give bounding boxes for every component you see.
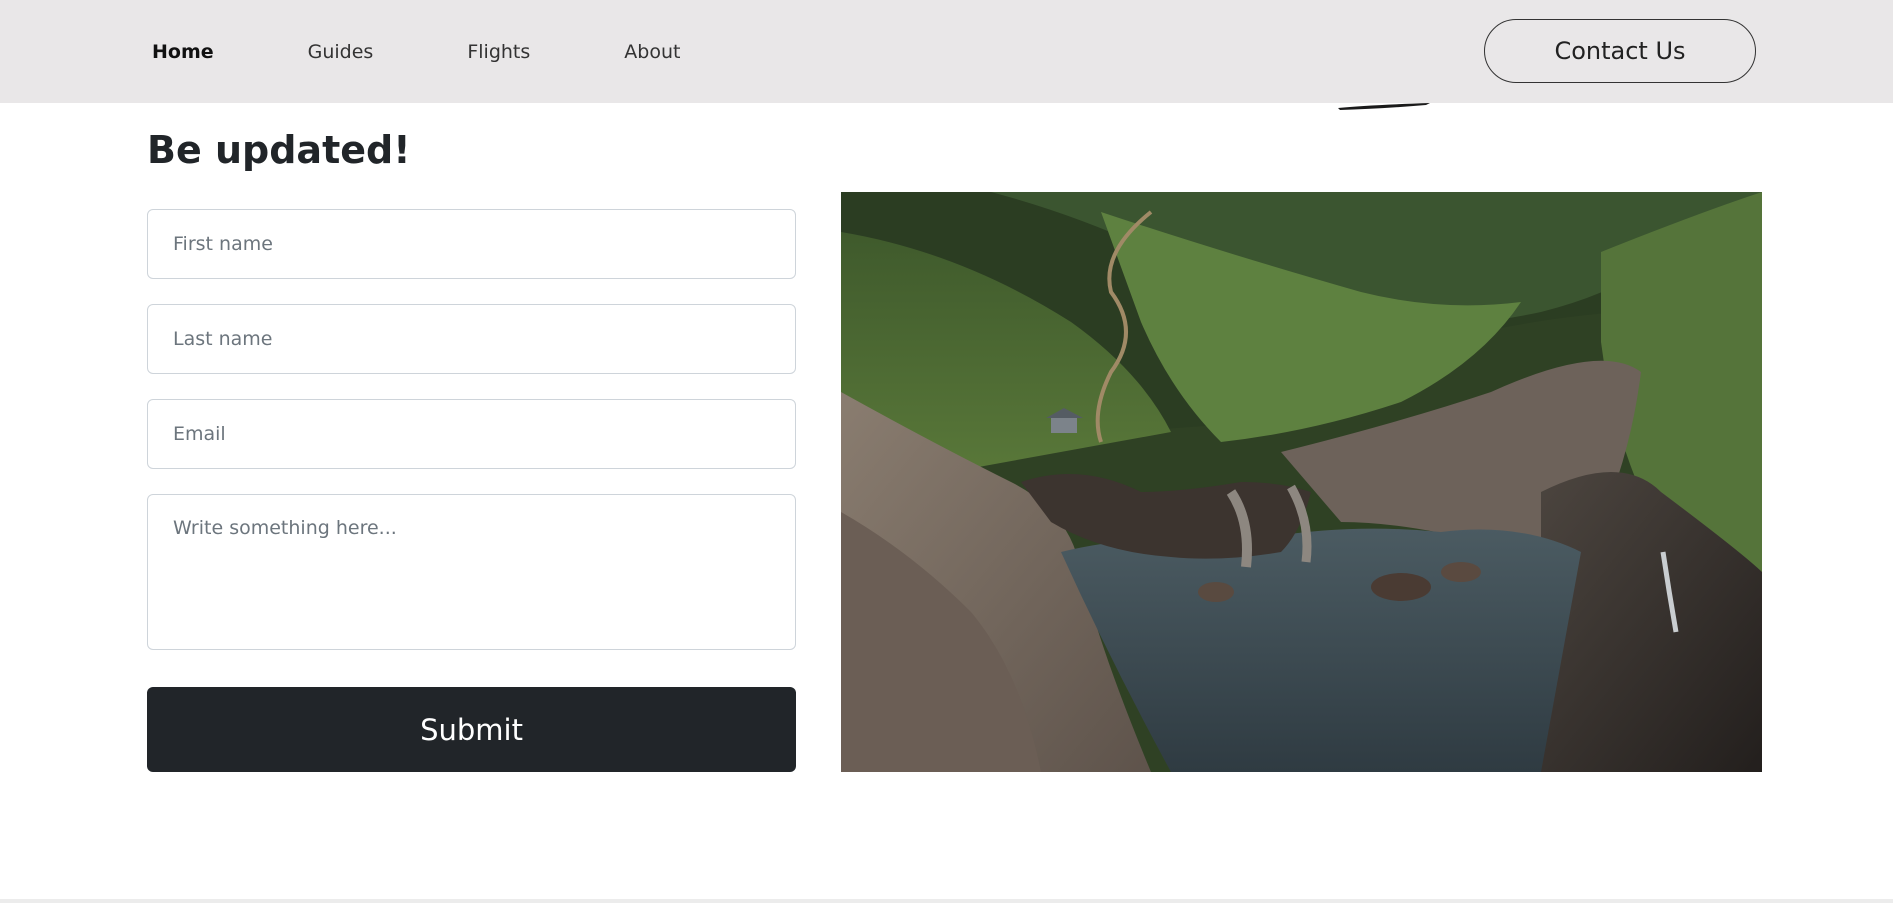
footer-divider (0, 899, 1893, 903)
nav-link-about[interactable]: About (624, 41, 680, 63)
contact-us-button[interactable]: Contact Us (1484, 19, 1756, 83)
nav-links: Home Guides Flights About (152, 0, 774, 103)
email-field[interactable] (147, 399, 796, 469)
nav-link-flights[interactable]: Flights (467, 41, 530, 63)
landscape-photo (841, 192, 1762, 772)
message-textarea[interactable] (147, 494, 796, 650)
nav-link-guides[interactable]: Guides (308, 41, 374, 63)
first-name-field[interactable] (147, 209, 796, 279)
cove-illustration (841, 192, 1762, 772)
submit-button[interactable]: Submit (147, 687, 796, 772)
section-title: Be updated! (147, 128, 411, 172)
decorative-stroke (1338, 103, 1430, 110)
nav-link-home[interactable]: Home (152, 41, 214, 63)
navbar: Home Guides Flights About Contact Us (0, 0, 1893, 103)
last-name-field[interactable] (147, 304, 796, 374)
